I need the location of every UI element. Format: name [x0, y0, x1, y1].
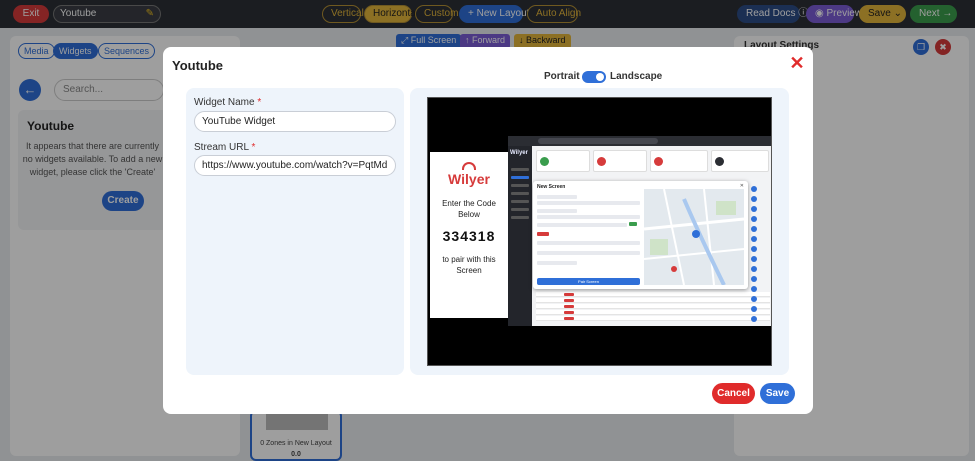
form-line	[537, 209, 577, 213]
row-action-dot	[751, 286, 757, 292]
brand-name: Wilyer	[448, 171, 490, 187]
wilyer-logo: Wilyer	[442, 162, 496, 187]
dashboard-stat-card	[536, 150, 590, 172]
widget-form-panel: Widget Name * Stream URL *	[186, 88, 404, 375]
stream-url-label-text: Stream URL	[194, 142, 249, 153]
widget-name-input[interactable]	[194, 111, 396, 132]
row-action-dot	[751, 226, 757, 232]
table-row	[536, 298, 770, 303]
form-line	[537, 241, 640, 245]
stream-url-label: Stream URL *	[194, 142, 255, 153]
stat-icon	[715, 157, 724, 166]
stat-icon	[540, 157, 549, 166]
form-line	[537, 251, 640, 255]
dashboard-sidebar: Wilyer	[508, 146, 532, 326]
row-action-dot	[751, 206, 757, 212]
browser-url-bar	[538, 138, 658, 144]
close-icon[interactable]: ✕	[789, 53, 805, 73]
table-row	[536, 316, 770, 321]
wifi-icon	[462, 162, 476, 170]
dashboard-nav-item	[511, 200, 529, 203]
widget-name-label: Widget Name *	[194, 97, 261, 108]
new-screen-title: New Screen	[537, 184, 566, 190]
dashboard-nav-item	[511, 168, 529, 171]
youtube-widget-modal: Youtube ✕ Portrait Landscape Widget Name…	[163, 47, 813, 414]
enter-code-text: Enter the Code Below	[442, 199, 496, 219]
stat-icon	[654, 157, 663, 166]
status-badge	[537, 232, 549, 236]
map-thumbnail	[644, 189, 744, 285]
dashboard-logo: Wilyer	[510, 150, 528, 156]
browser-bar	[508, 136, 771, 146]
pairing-card: Wilyer Enter the Code Below 334318 to pa…	[430, 152, 508, 318]
row-action-dot	[751, 276, 757, 282]
orientation-switch[interactable]	[582, 71, 606, 83]
required-mark: *	[251, 142, 256, 153]
map-graphic	[644, 189, 744, 285]
video-preview-frame[interactable]: Wilyer Enter the Code Below 334318 to pa…	[427, 97, 772, 366]
row-action-dot	[751, 216, 757, 222]
form-line	[537, 201, 640, 205]
table-row	[536, 292, 770, 297]
modal-title: Youtube	[172, 58, 224, 73]
dashboard-stat-card	[650, 150, 708, 172]
row-action-dot	[751, 186, 757, 192]
dashboard-nav-item	[511, 216, 529, 219]
landscape-label: Landscape	[610, 71, 663, 82]
row-action-dot	[751, 306, 757, 312]
video-preview-panel: Wilyer Enter the Code Below 334318 to pa…	[410, 88, 789, 375]
form-line	[537, 261, 577, 265]
stream-url-input[interactable]	[194, 155, 396, 176]
add-tag-button	[629, 222, 637, 226]
pair-instruction-text: to pair with this Screen	[442, 255, 496, 275]
dashboard-nav-item	[511, 184, 529, 187]
dashboard-screenshot: Wilyer New Screen ✕ Pair Screen	[508, 136, 771, 326]
switch-knob	[596, 73, 604, 81]
row-action-dot	[751, 256, 757, 262]
table-row	[536, 304, 770, 309]
row-action-dot	[751, 246, 757, 252]
dashboard-stat-card	[711, 150, 769, 172]
dashboard-stat-card	[593, 150, 647, 172]
save-button[interactable]: Save	[760, 383, 795, 404]
row-action-dot	[751, 316, 757, 322]
form-line	[537, 223, 627, 227]
dashboard-nav-item	[511, 208, 529, 211]
row-action-dot	[751, 296, 757, 302]
required-mark: *	[257, 97, 262, 108]
stat-icon	[597, 157, 606, 166]
cancel-button[interactable]: Cancel	[712, 383, 755, 404]
form-line	[537, 215, 640, 219]
pair-code: 334318	[442, 228, 496, 244]
dashboard-nav-item	[511, 176, 529, 179]
video-frame-content: Wilyer Enter the Code Below 334318 to pa…	[430, 136, 771, 326]
dashboard-nav-item	[511, 192, 529, 195]
widget-name-label-text: Widget Name	[194, 97, 255, 108]
table-row	[536, 310, 770, 315]
form-line	[537, 195, 577, 199]
pair-screen-button: Pair Screen	[537, 278, 640, 285]
row-action-dot	[751, 266, 757, 272]
row-action-dot	[751, 196, 757, 202]
row-action-dot	[751, 236, 757, 242]
new-screen-dialog: New Screen ✕ Pair Screen	[533, 181, 748, 289]
portrait-label: Portrait	[544, 71, 580, 82]
